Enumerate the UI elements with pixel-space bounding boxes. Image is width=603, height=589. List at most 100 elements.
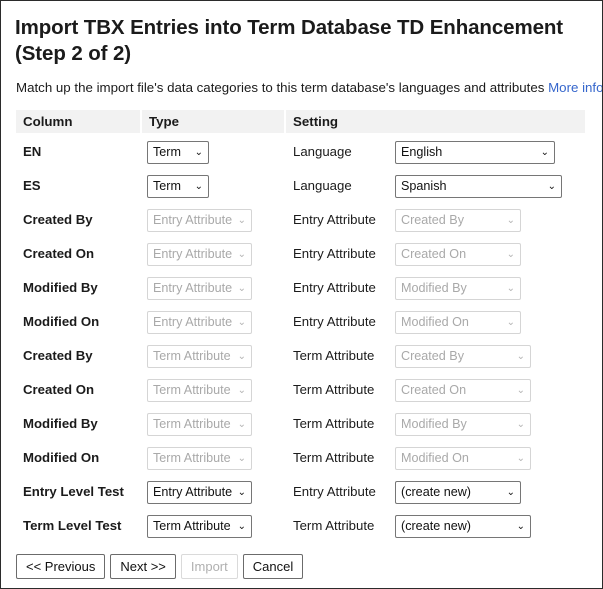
table-row: Created By Term Attribute ⌄ Term Attribute C… xyxy=(16,339,585,373)
table-row: Entry Level Test Entry Attribute ⌄ Entry At… xyxy=(16,475,585,509)
row-type-select[interactable]: Term ⌄ xyxy=(147,175,209,198)
table-row: Created On Term Attribute ⌄ Term Attribute C… xyxy=(16,373,585,407)
row-type-value: Term xyxy=(153,145,181,159)
next-button[interactable]: Next >> xyxy=(110,554,176,579)
chevron-down-icon: ⌄ xyxy=(237,249,246,260)
row-setting-value: Spanish xyxy=(401,179,447,193)
row-setting-value: Modified By xyxy=(401,417,467,431)
row-setting-label: Term Attribute xyxy=(293,416,375,431)
row-type-select: Entry Attribute ⌄ xyxy=(147,243,252,266)
row-column-label: ES xyxy=(23,178,41,193)
row-setting-label: Term Attribute xyxy=(293,382,375,397)
chevron-down-icon: ⌄ xyxy=(194,147,203,158)
row-type-value: Entry Attribute xyxy=(153,213,233,227)
chevron-down-icon: ⌄ xyxy=(237,453,246,464)
chevron-down-icon: ⌄ xyxy=(516,385,525,396)
chevron-down-icon: ⌄ xyxy=(516,521,525,532)
row-type-select[interactable]: Term ⌄ xyxy=(147,141,209,164)
cancel-button[interactable]: Cancel xyxy=(242,554,304,579)
chevron-down-icon: ⌄ xyxy=(237,215,246,226)
table-header-setting: Setting xyxy=(286,110,585,133)
row-setting-label: Language xyxy=(293,144,352,159)
row-setting-label: Entry Attribute xyxy=(293,246,376,261)
chevron-down-icon: ⌄ xyxy=(547,181,556,192)
more-info-link[interactable]: More info... xyxy=(548,80,602,95)
table-header-row: Column Type Setting xyxy=(16,110,585,133)
row-type-value: Term Attribute xyxy=(153,519,231,533)
table-row: Modified On Entry Attribute ⌄ Entry Attribu… xyxy=(16,305,585,339)
row-type-select: Entry Attribute ⌄ xyxy=(147,311,252,334)
row-setting-select[interactable]: Spanish ⌄ xyxy=(395,175,562,198)
page-title: Import TBX Entries into Term Database TD… xyxy=(15,16,564,65)
row-column-label: EN xyxy=(23,144,42,159)
row-setting-label: Entry Attribute xyxy=(293,212,376,227)
row-type-select: Term Attribute ⌄ xyxy=(147,413,252,436)
row-setting-select[interactable]: (create new) ⌄ xyxy=(395,515,531,538)
row-setting-select[interactable]: (create new) ⌄ xyxy=(395,481,521,504)
row-setting-value: Created By xyxy=(401,349,464,363)
table-row: Created On Entry Attribute ⌄ Entry Attribut… xyxy=(16,237,585,271)
button-bar: << Previous Next >> Import Cancel xyxy=(16,554,308,579)
chevron-down-icon: ⌄ xyxy=(516,351,525,362)
row-setting-label: Term Attribute xyxy=(293,348,375,363)
chevron-down-icon: ⌄ xyxy=(516,453,525,464)
row-setting-value: Created By xyxy=(401,213,464,227)
table-row: Modified By Term Attribute ⌄ Term Attribute… xyxy=(16,407,585,441)
row-type-select: Term Attribute ⌄ xyxy=(147,447,252,470)
row-setting-value: Created On xyxy=(401,383,467,397)
row-type-select: Entry Attribute ⌄ xyxy=(147,209,252,232)
row-type-value: Term Attribute xyxy=(153,451,231,465)
chevron-down-icon: ⌄ xyxy=(506,249,515,260)
row-setting-label: Language xyxy=(293,178,352,193)
row-column-label: Modified By xyxy=(23,416,98,431)
previous-button[interactable]: << Previous xyxy=(16,554,106,579)
chevron-down-icon: ⌄ xyxy=(237,283,246,294)
row-type-select: Entry Attribute ⌄ xyxy=(147,277,252,300)
row-setting-value: (create new) xyxy=(401,519,471,533)
row-setting-label: Entry Attribute xyxy=(293,280,376,295)
row-type-value: Entry Attribute xyxy=(153,315,233,329)
row-setting-select: Created On ⌄ xyxy=(395,379,531,402)
row-type-value: Term Attribute xyxy=(153,383,231,397)
row-setting-value: Modified On xyxy=(401,451,469,465)
row-type-select[interactable]: Term Attribute ⌄ xyxy=(147,515,252,538)
row-setting-value: (create new) xyxy=(401,485,471,499)
row-setting-label: Term Attribute xyxy=(293,518,375,533)
row-setting-label: Entry Attribute xyxy=(293,484,376,499)
table-row: Modified By Entry Attribute ⌄ Entry Attribu… xyxy=(16,271,585,305)
row-setting-select: Modified On ⌄ xyxy=(395,447,531,470)
row-type-value: Term Attribute xyxy=(153,417,231,431)
table-header-column: Column xyxy=(16,110,140,133)
row-setting-select: Created On ⌄ xyxy=(395,243,521,266)
chevron-down-icon: ⌄ xyxy=(506,317,515,328)
row-setting-select: Created By ⌄ xyxy=(395,209,521,232)
row-column-label: Modified By xyxy=(23,280,98,295)
table-row: ES Term ⌄ Language Spanish ⌄ xyxy=(16,169,585,203)
row-type-select[interactable]: Entry Attribute ⌄ xyxy=(147,481,252,504)
chevron-down-icon: ⌄ xyxy=(237,487,246,498)
page-body: Import TBX Entries into Term Database TD… xyxy=(1,1,602,588)
row-type-value: Term xyxy=(153,179,181,193)
chevron-down-icon: ⌄ xyxy=(506,283,515,294)
row-type-select: Term Attribute ⌄ xyxy=(147,345,252,368)
row-type-select: Term Attribute ⌄ xyxy=(147,379,252,402)
row-setting-label: Term Attribute xyxy=(293,450,375,465)
row-column-label: Created By xyxy=(23,348,93,363)
row-setting-value: Modified By xyxy=(401,281,467,295)
table-row: Term Level Test Term Attribute ⌄ Term Attri… xyxy=(16,509,585,543)
chevron-down-icon: ⌄ xyxy=(516,419,525,430)
row-column-label: Created By xyxy=(23,212,93,227)
table-row: Modified On Term Attribute ⌄ Term Attribute… xyxy=(16,441,585,475)
chevron-down-icon: ⌄ xyxy=(194,181,203,192)
chevron-down-icon: ⌄ xyxy=(237,521,246,532)
chevron-down-icon: ⌄ xyxy=(237,385,246,396)
table-row: EN Term ⌄ Language English ⌄ xyxy=(16,135,585,169)
chevron-down-icon: ⌄ xyxy=(237,317,246,328)
chevron-down-icon: ⌄ xyxy=(506,487,515,498)
row-setting-select[interactable]: English ⌄ xyxy=(395,141,555,164)
row-setting-value: Modified On xyxy=(401,315,469,329)
intro-description: Match up the import file's data categori… xyxy=(16,80,549,95)
row-type-value: Entry Attribute xyxy=(153,247,233,261)
import-tbx-window: Import TBX Entries into Term Database TD… xyxy=(0,0,603,589)
row-column-label: Term Level Test xyxy=(23,518,122,533)
